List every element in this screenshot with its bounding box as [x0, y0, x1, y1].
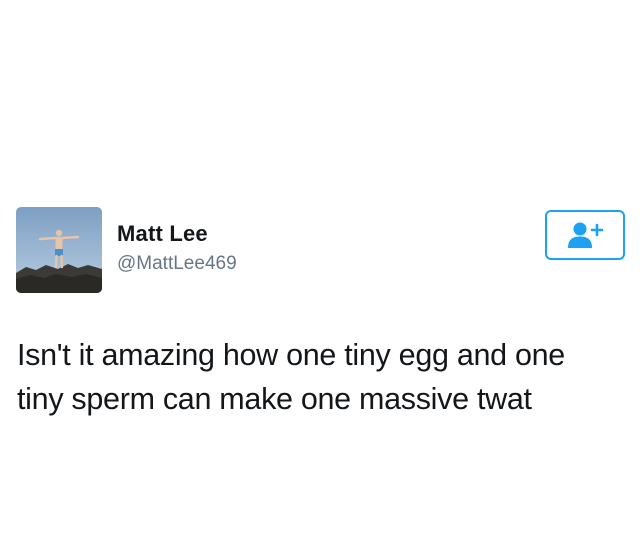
tweet-text-line: Isn't it amazing how one tiny egg and on…	[17, 338, 565, 372]
follow-button[interactable]	[545, 210, 625, 260]
avatar[interactable]	[16, 207, 102, 293]
add-user-icon	[568, 222, 604, 248]
tweet-text: Isn't it amazing how one tiny egg and on…	[17, 333, 627, 421]
display-name[interactable]: Matt Lee	[117, 221, 208, 247]
tweet-card: Matt Lee @MattLee469 Isn't it amazing ho…	[0, 0, 640, 541]
user-handle[interactable]: @MattLee469	[117, 253, 237, 275]
avatar-photo	[16, 207, 102, 293]
tweet-text-line: tiny sperm can make one massive twat	[17, 382, 532, 416]
